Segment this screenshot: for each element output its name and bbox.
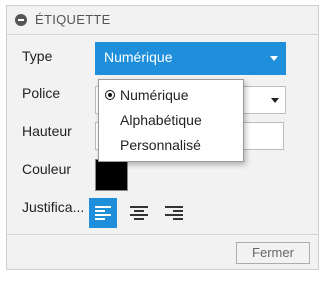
panel-title: ÉTIQUETTE	[35, 12, 111, 27]
type-select[interactable]: Numérique	[95, 42, 286, 75]
dropdown-item-numerique[interactable]: Numérique	[99, 84, 243, 106]
dropdown-item-alphabetique[interactable]: Alphabétique	[99, 109, 243, 131]
chevron-down-icon	[270, 56, 278, 61]
type-dropdown-menu: Numérique Alphabétique Personnalisé	[98, 79, 244, 162]
color-swatch[interactable]	[95, 159, 128, 191]
footer-divider	[7, 234, 318, 235]
dropdown-item-personnalise[interactable]: Personnalisé	[99, 134, 243, 156]
chevron-down-icon	[271, 98, 279, 103]
align-left-icon[interactable]	[89, 198, 117, 228]
type-select-value: Numérique	[104, 49, 173, 65]
type-label: Type	[22, 48, 53, 64]
minus-circle-icon[interactable]	[15, 14, 27, 26]
dropdown-item-label: Alphabétique	[120, 112, 202, 128]
close-button[interactable]: Fermer	[236, 242, 310, 264]
dropdown-item-label: Numérique	[120, 87, 189, 103]
couleur-label: Couleur	[22, 161, 72, 177]
align-right-icon[interactable]	[161, 198, 189, 228]
panel-header[interactable]: ÉTIQUETTE	[7, 6, 318, 35]
dropdown-item-label: Personnalisé	[120, 137, 201, 153]
align-center-icon[interactable]	[125, 198, 153, 228]
hauteur-label: Hauteur	[22, 123, 72, 139]
police-label: Police	[22, 85, 61, 101]
etiquette-panel: ÉTIQUETTE Type Police Hauteur Couleur Ju…	[6, 5, 319, 270]
radio-selected-icon	[105, 90, 115, 100]
justification-label: Justifica...	[22, 199, 85, 215]
